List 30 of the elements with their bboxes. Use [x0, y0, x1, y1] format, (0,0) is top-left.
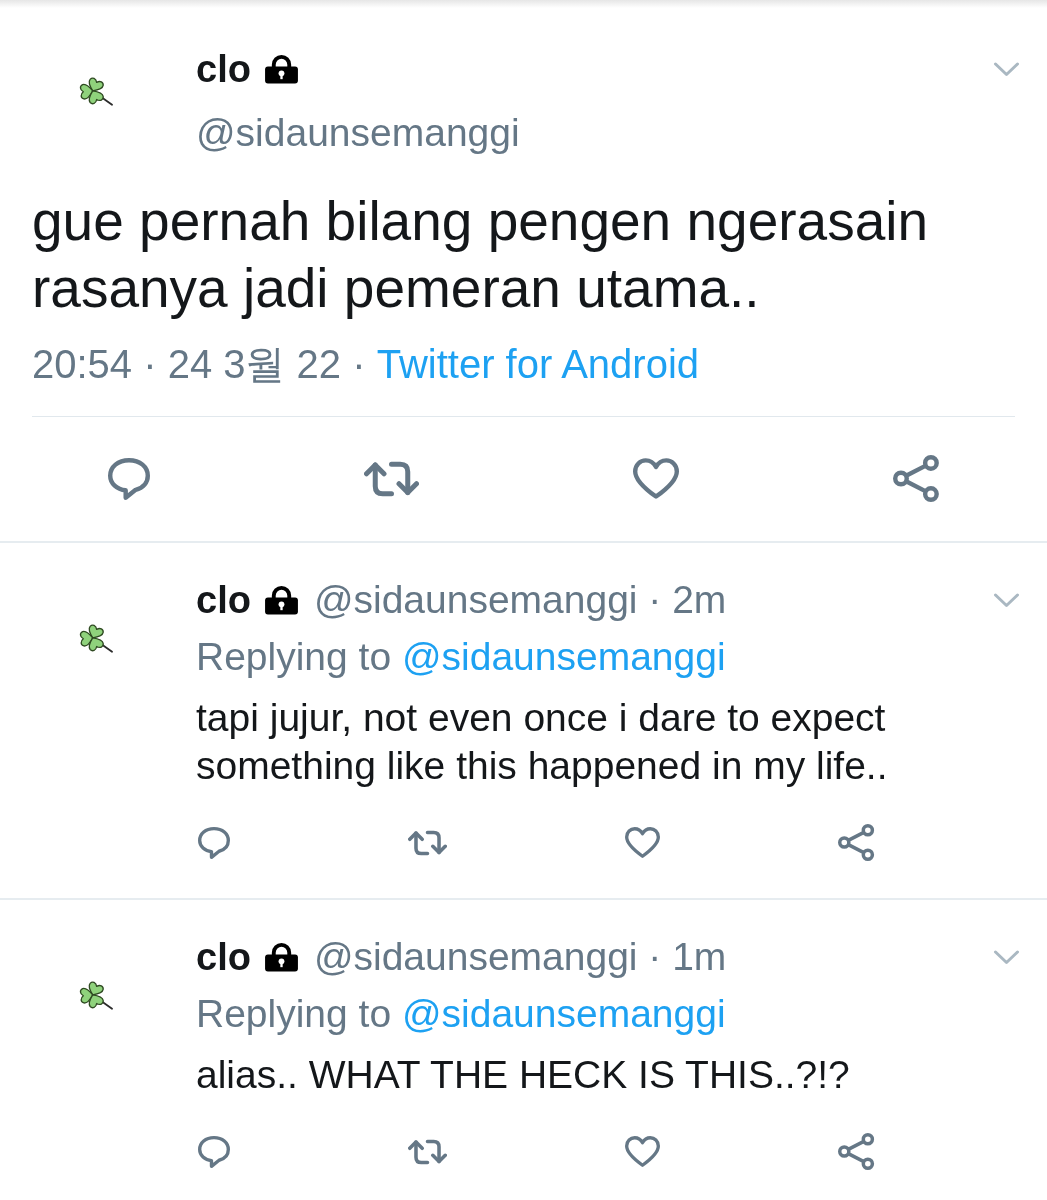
clover-icon [78, 623, 114, 654]
reply-text: tapi jujur, not even once i dare to expect something like this happened in my life.. [196, 695, 889, 789]
heart-icon[interactable] [633, 458, 679, 499]
author-name: clo [196, 578, 251, 623]
share-icon[interactable] [838, 1133, 875, 1170]
author-name: clo [196, 47, 251, 92]
repeat-arrows-icon[interactable] [408, 1138, 447, 1165]
author-handle: @sidaunsemanggi [196, 110, 520, 156]
heart-icon[interactable] [625, 827, 660, 858]
mention-link[interactable]: @sidaunsemanggi [401, 992, 726, 1035]
replying-label: Replying to [196, 635, 392, 678]
share-icon[interactable] [838, 824, 875, 861]
author-name: clo [196, 935, 251, 980]
reply-text: alias.. WHAT THE HECK IS THIS..?!? [196, 1052, 850, 1098]
tweet-text: gue pernah bilang pengen ngerasain rasanya jadi pemeran utama.. [32, 189, 930, 321]
heart-icon[interactable] [625, 1136, 660, 1167]
clover-icon [78, 980, 114, 1011]
author-byline: @sidaunsemanggi · 1m [313, 934, 727, 980]
tweet-timestamp: 20:54 · 24 3월 22 · [32, 342, 366, 386]
replying-label: Replying to [196, 992, 392, 1035]
speech-bubble-icon[interactable] [198, 1135, 230, 1168]
repeat-arrows-icon[interactable] [408, 829, 447, 856]
speech-bubble-icon[interactable] [198, 826, 230, 859]
mention-link[interactable]: @sidaunsemanggi [401, 635, 726, 678]
speech-bubble-icon[interactable] [108, 457, 150, 500]
share-icon[interactable] [893, 455, 940, 502]
source-link[interactable]: Twitter for Android [376, 342, 700, 386]
repeat-arrows-icon[interactable] [364, 460, 419, 497]
clover-icon [78, 76, 114, 107]
author-byline: @sidaunsemanggi · 2m [313, 577, 727, 623]
